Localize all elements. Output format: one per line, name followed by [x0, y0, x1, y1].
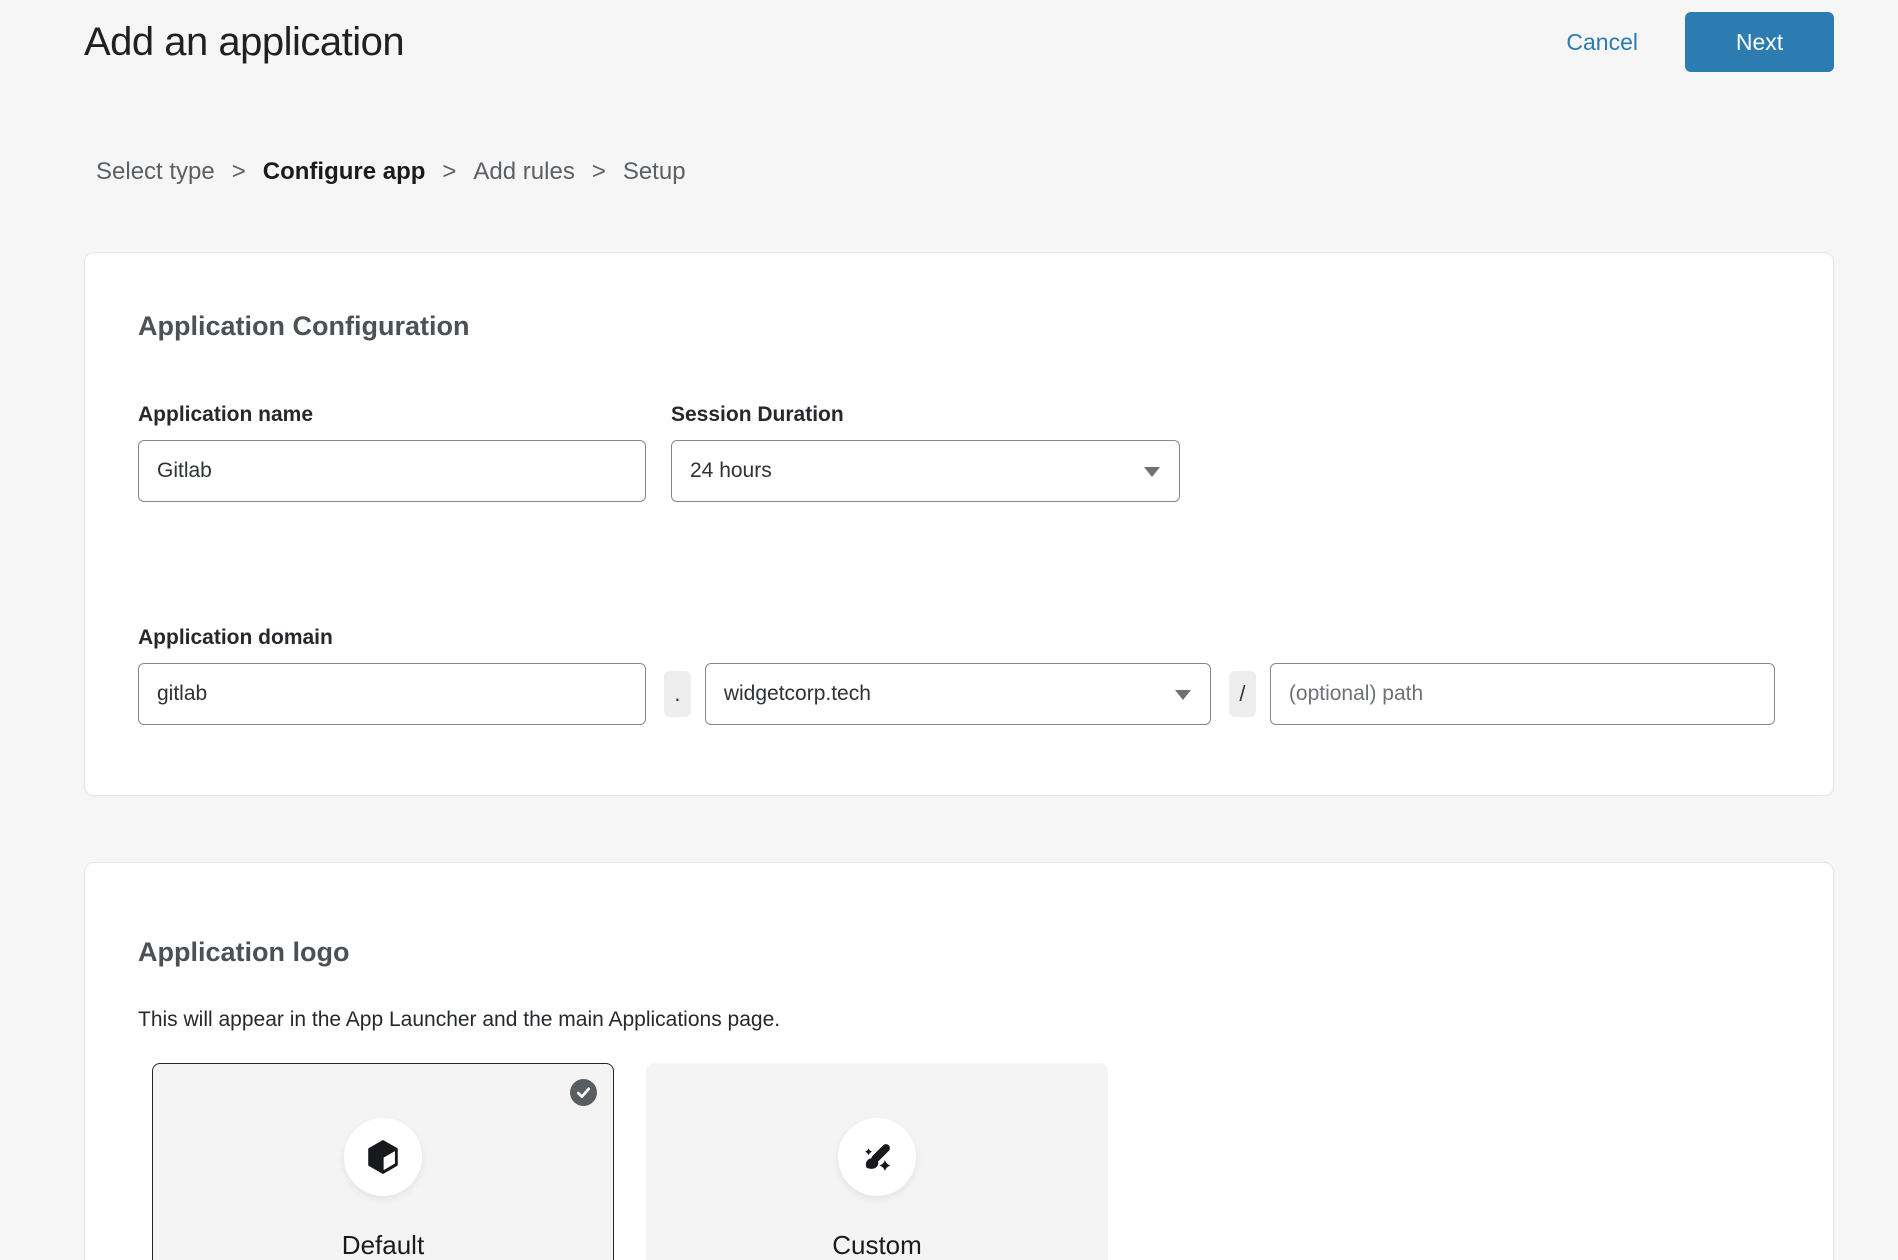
topbar: Add an application Cancel Next — [0, 0, 1898, 72]
breadcrumb-step-setup[interactable]: Setup — [623, 158, 686, 186]
domain-select-value: widgetcorp.tech — [724, 682, 871, 706]
page-title: Add an application — [84, 20, 1566, 65]
next-button[interactable]: Next — [1685, 12, 1834, 72]
breadcrumb-step-add-rules[interactable]: Add rules — [473, 158, 574, 186]
selected-check-icon — [570, 1079, 597, 1106]
cancel-button[interactable]: Cancel — [1566, 29, 1638, 56]
domain-select[interactable]: widgetcorp.tech — [705, 663, 1211, 725]
paintbrush-icon — [858, 1138, 896, 1176]
session-duration-label: Session Duration — [671, 403, 1180, 427]
chevron-down-icon — [1144, 467, 1160, 477]
application-domain-label: Application domain — [138, 626, 646, 650]
logo-option-label: Default — [342, 1230, 424, 1260]
application-name-label: Application name — [138, 403, 646, 427]
breadcrumb-separator: > — [232, 158, 246, 186]
breadcrumb-step-select-type[interactable]: Select type — [96, 158, 215, 186]
application-logo-card: Application logo This will appear in the… — [84, 862, 1834, 1260]
application-configuration-heading: Application Configuration — [138, 309, 1775, 343]
dot-separator: . — [664, 671, 691, 717]
default-logo-circle — [344, 1118, 422, 1196]
logo-option-custom[interactable]: Custom — [646, 1063, 1108, 1260]
logo-option-default[interactable]: Default — [152, 1063, 614, 1260]
breadcrumb-step-configure-app[interactable]: Configure app — [263, 158, 426, 186]
cube-icon — [364, 1138, 402, 1176]
breadcrumb: Select type > Configure app > Add rules … — [96, 158, 1898, 186]
breadcrumb-separator: > — [592, 158, 606, 186]
session-duration-select[interactable]: 24 hours — [671, 440, 1180, 502]
subdomain-input[interactable] — [138, 663, 646, 725]
path-input[interactable] — [1270, 663, 1775, 725]
logo-option-label: Custom — [832, 1230, 922, 1260]
custom-logo-circle — [838, 1118, 916, 1196]
application-configuration-card: Application Configuration Application na… — [84, 252, 1834, 796]
logo-option-tiles: Default Custom — [152, 1063, 1775, 1260]
session-duration-value: 24 hours — [690, 459, 772, 483]
application-logo-description: This will appear in the App Launcher and… — [138, 1007, 1775, 1033]
application-name-input[interactable] — [138, 440, 646, 502]
application-logo-heading: Application logo — [138, 935, 1775, 969]
chevron-down-icon — [1175, 690, 1191, 700]
slash-separator: / — [1229, 671, 1256, 717]
breadcrumb-separator: > — [442, 158, 456, 186]
